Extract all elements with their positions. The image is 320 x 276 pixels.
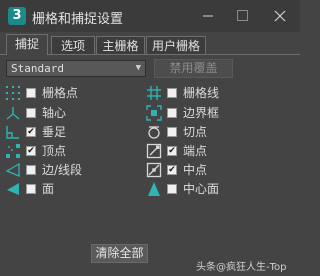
pivot-checkbox[interactable] — [26, 108, 36, 118]
chevron-down-icon: ▼ — [135, 63, 141, 73]
window-title: 栅格和捕捉设置 — [32, 12, 124, 27]
midpoint-icon — [146, 162, 162, 178]
endpoint-icon — [146, 143, 162, 159]
edge-segment-checkbox[interactable] — [26, 165, 36, 175]
endpoint-checkbox[interactable] — [167, 146, 177, 156]
maximize-icon — [237, 10, 248, 21]
edge-segment-icon — [5, 162, 20, 177]
snap-option-tangent[interactable]: 切点 — [146, 124, 286, 140]
snap-option-grid-points[interactable]: 栅格点 — [5, 85, 145, 101]
minimize-button[interactable] — [190, 4, 226, 28]
pivot-label: 轴心 — [42, 106, 67, 120]
bounding-box-icon — [146, 105, 162, 121]
perpendicular-label: 垂足 — [42, 125, 67, 139]
clear-all-button[interactable]: 清除全部 — [91, 244, 148, 263]
perpendicular-icon — [6, 126, 19, 139]
vertex-icon — [6, 144, 20, 158]
grid-points-label: 栅格点 — [42, 86, 79, 100]
snap-option-midpoint[interactable]: 中点 — [146, 162, 286, 178]
tab-bar: 捕捉 选项 主栅格 用户栅格 — [0, 34, 300, 55]
tangent-label: 切点 — [183, 125, 208, 139]
minimize-icon — [203, 15, 213, 17]
edge-segment-label: 边/线段 — [42, 163, 83, 177]
endpoint-label: 端点 — [183, 144, 208, 158]
snap-option-vertex[interactable]: 顶点 — [5, 143, 145, 159]
close-icon — [274, 10, 286, 22]
center-face-label: 中心面 — [183, 182, 220, 196]
face-label: 面 — [42, 182, 55, 196]
tab-options[interactable]: 选项 — [51, 36, 95, 54]
bounding-box-checkbox[interactable] — [167, 108, 177, 118]
snap-option-edge-segment[interactable]: 边/线段 — [5, 162, 145, 178]
center-face-checkbox[interactable] — [167, 184, 177, 194]
midpoint-checkbox[interactable] — [167, 165, 177, 175]
tab-home-grid[interactable]: 主栅格 — [96, 36, 145, 54]
vertex-checkbox[interactable] — [26, 146, 36, 156]
grid-points-icon — [6, 86, 20, 100]
midpoint-label: 中点 — [183, 163, 208, 177]
snap-option-endpoint[interactable]: 端点 — [146, 143, 286, 159]
tab-snaps[interactable]: 捕捉 — [6, 34, 48, 55]
title-bar: 3 栅格和捕捉设置 — [0, 0, 300, 32]
snap-type-dropdown[interactable]: Standard ▼ — [6, 60, 146, 77]
vertex-label: 顶点 — [42, 144, 67, 158]
face-icon — [7, 183, 19, 195]
app-logo-icon: 3 — [8, 7, 26, 25]
snap-option-grid-lines[interactable]: 栅格线 — [146, 85, 286, 101]
snap-option-bounding-box[interactable]: 边界框 — [146, 105, 286, 121]
snap-option-center-face[interactable]: 中心面 — [146, 181, 286, 197]
tangent-checkbox[interactable] — [167, 127, 177, 137]
tab-user-grids[interactable]: 用户栅格 — [146, 36, 206, 54]
maximize-button[interactable] — [224, 4, 260, 28]
snap-option-pivot[interactable]: 轴心 — [5, 105, 145, 121]
pivot-icon — [6, 107, 20, 120]
face-checkbox[interactable] — [26, 184, 36, 194]
watermark-text: 头条@疯狂人生-Top — [196, 262, 287, 273]
close-button[interactable] — [262, 4, 298, 28]
bounding-box-label: 边界框 — [183, 106, 220, 120]
grid-lines-icon — [147, 86, 161, 100]
grid-lines-checkbox[interactable] — [167, 88, 177, 98]
snap-option-face[interactable]: 面 — [5, 181, 145, 197]
center-face-icon — [148, 182, 160, 196]
grid-points-checkbox[interactable] — [26, 88, 36, 98]
tangent-icon — [148, 126, 160, 139]
snap-type-value: Standard — [11, 62, 64, 75]
perpendicular-checkbox[interactable] — [26, 127, 36, 137]
snap-option-perpendicular[interactable]: 垂足 — [5, 124, 145, 140]
override-off-button[interactable]: 禁用覆盖 — [154, 59, 233, 78]
grid-lines-label: 栅格线 — [183, 86, 220, 100]
